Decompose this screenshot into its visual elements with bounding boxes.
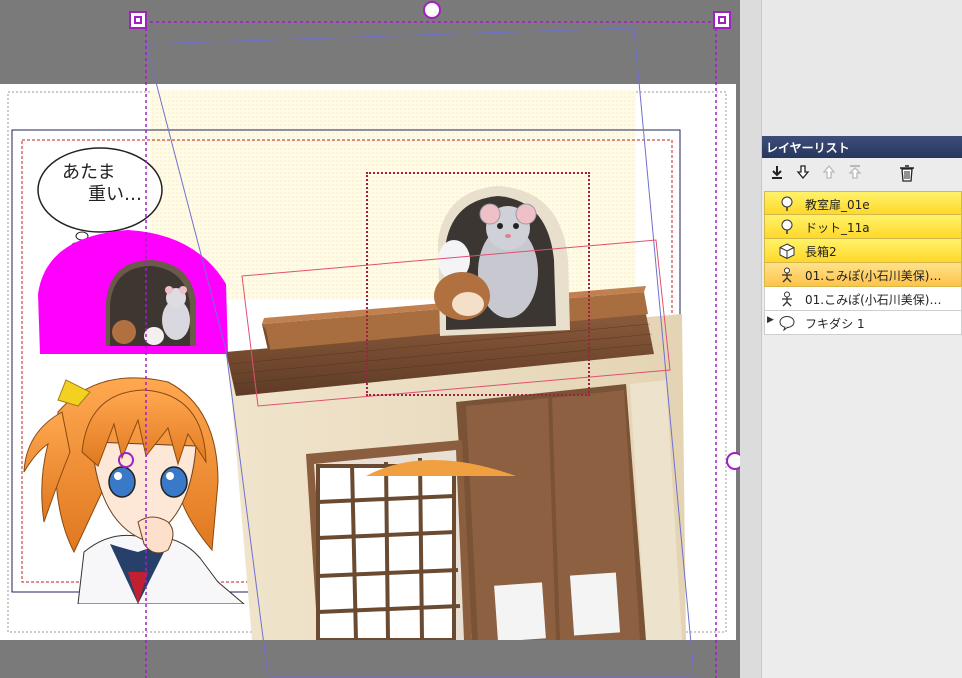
right-panel: レイヤーリスト 教室扉_01e ドット_11a 長箱2 01.こみぽ(小石川美保… bbox=[740, 0, 962, 678]
layer-row-character-active[interactable]: 01.こみぽ(小石川美保)… bbox=[764, 263, 962, 287]
layer-label: フキダシ 1 bbox=[805, 317, 865, 331]
rotate-handle-right[interactable] bbox=[726, 452, 740, 470]
rotate-handle-left[interactable] bbox=[118, 452, 134, 468]
tree-icon bbox=[781, 219, 793, 234]
tree-icon bbox=[781, 196, 793, 211]
trash-icon[interactable] bbox=[898, 164, 916, 182]
transform-handle-top-left[interactable] bbox=[129, 11, 147, 29]
layer-list: 教室扉_01e ドット_11a 長箱2 01.こみぽ(小石川美保)… 01.こみ… bbox=[764, 191, 962, 335]
transform-guides bbox=[138, 21, 722, 678]
layer-row-dot[interactable]: ドット_11a bbox=[764, 215, 962, 239]
layer-label: 01.こみぽ(小石川美保)… bbox=[805, 293, 942, 307]
person-icon bbox=[782, 291, 792, 307]
canvas-area[interactable]: あたま 重い… bbox=[0, 0, 740, 678]
layer-label: ドット_11a bbox=[805, 221, 870, 235]
layer-list-header: レイヤーリスト bbox=[762, 136, 962, 158]
layer-toolbar bbox=[762, 158, 962, 188]
rotate-handle-top[interactable] bbox=[423, 1, 441, 19]
download-arrow-icon[interactable] bbox=[768, 164, 786, 182]
move-down-icon[interactable] bbox=[794, 164, 812, 182]
panel-side-strip bbox=[740, 0, 762, 678]
layer-row-character[interactable]: 01.こみぽ(小石川美保)… bbox=[764, 287, 962, 311]
transform-handle-top-right[interactable] bbox=[713, 11, 731, 29]
layer-row-door[interactable]: 教室扉_01e bbox=[764, 191, 962, 215]
move-top-icon[interactable] bbox=[846, 164, 864, 182]
person-icon bbox=[782, 267, 792, 283]
layer-row-longbox[interactable]: 長箱2 bbox=[764, 239, 962, 263]
move-up-icon[interactable] bbox=[820, 164, 838, 182]
layer-label: 長箱2 bbox=[805, 245, 837, 259]
speech-bubble-icon bbox=[779, 316, 795, 331]
layer-list-panel: 教室扉_01e ドット_11a 長箱2 01.こみぽ(小石川美保)… 01.こみ… bbox=[762, 158, 962, 678]
layer-label: 01.こみぽ(小石川美保)… bbox=[805, 269, 942, 283]
expand-triangle-icon[interactable]: ▶ bbox=[767, 315, 774, 325]
layer-row-speech-bubble[interactable]: ▶ フキダシ 1 bbox=[764, 311, 962, 335]
layer-label: 教室扉_01e bbox=[805, 198, 870, 212]
box-icon bbox=[779, 243, 795, 259]
